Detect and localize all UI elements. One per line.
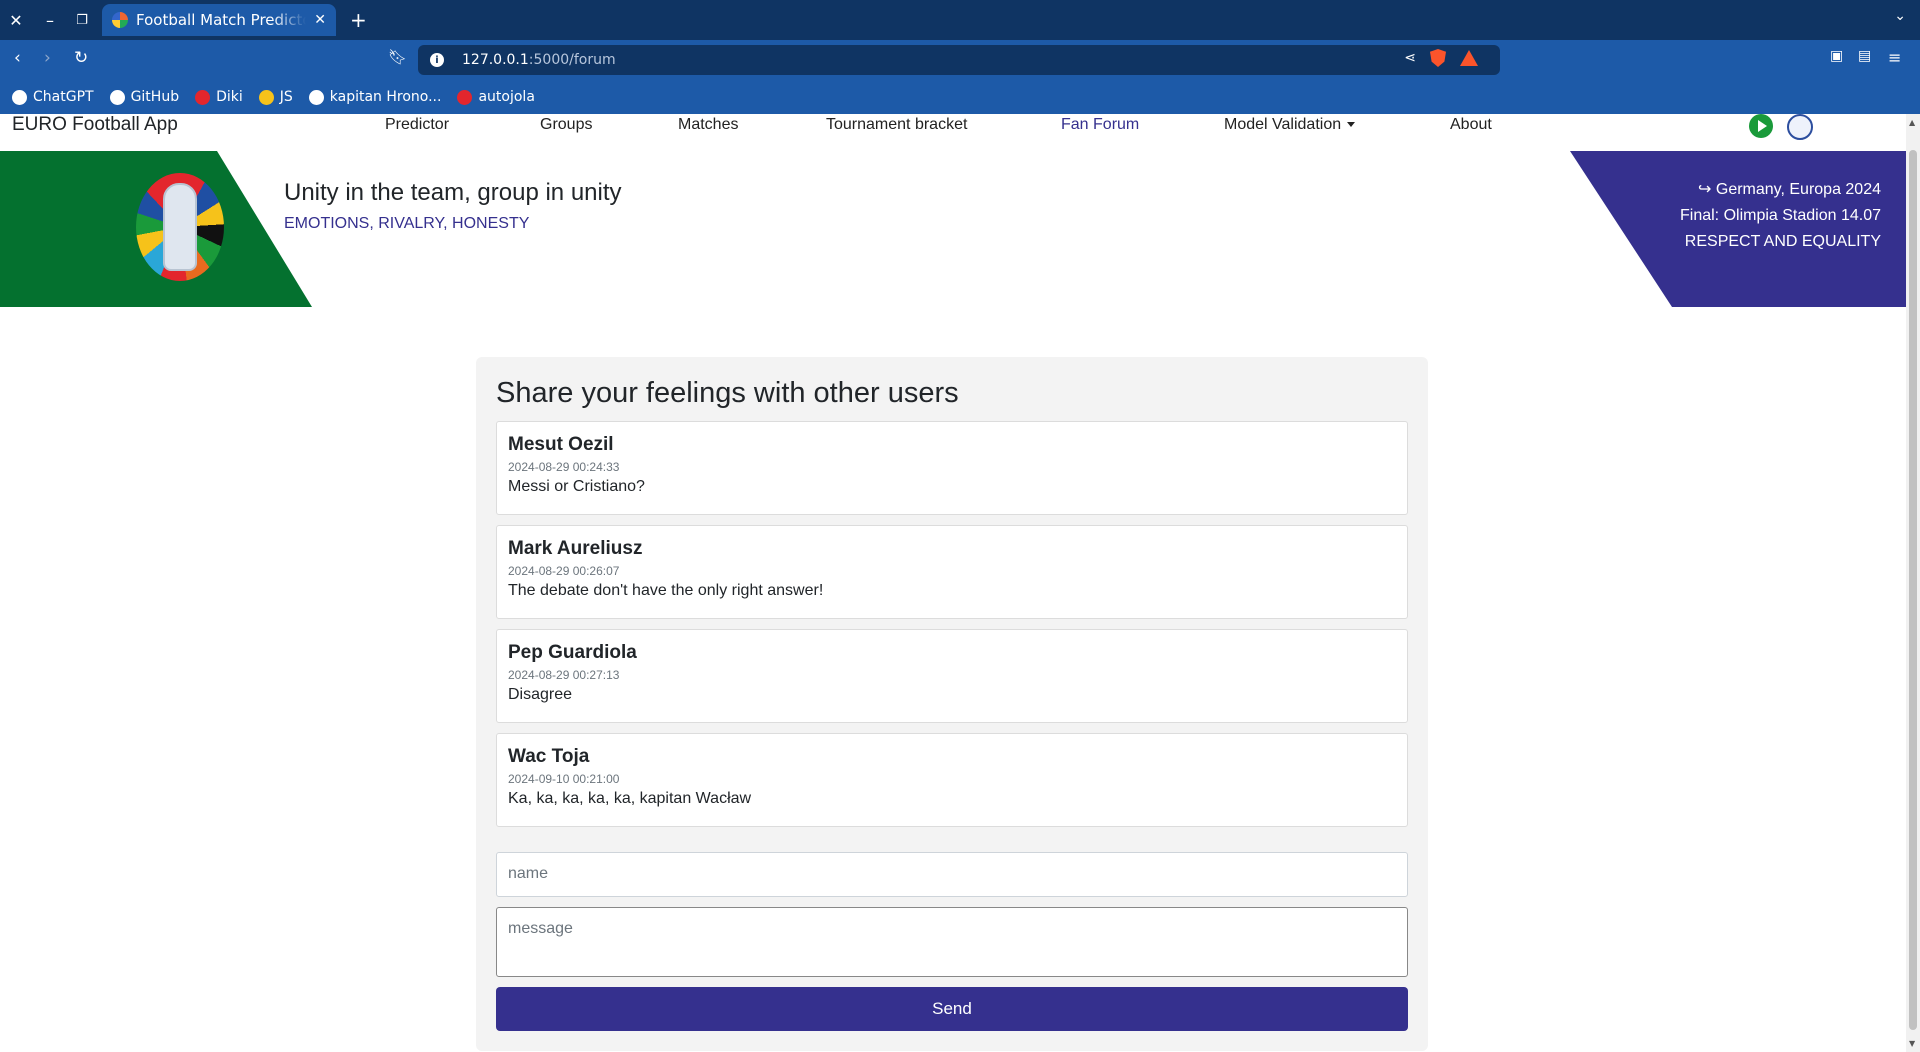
restore-window-icon[interactable]: ❐ — [70, 8, 94, 32]
browser-tab[interactable]: Football Match Predictor ✕ — [102, 4, 336, 36]
bookmark-diki[interactable]: Diki — [195, 89, 243, 105]
play-icon[interactable] — [1749, 114, 1773, 138]
notification-badge — [1472, 50, 1478, 56]
send-button[interactable]: Send — [496, 987, 1408, 1031]
forum-post: Pep Guardiola 2024-08-29 00:27:13 Disagr… — [496, 629, 1408, 723]
post-date: 2024-09-10 00:21:00 — [508, 772, 620, 786]
nav-tournament-bracket[interactable]: Tournament bracket — [826, 116, 967, 134]
sidebar-icon[interactable]: ▣ — [1830, 48, 1843, 64]
nav-matches[interactable]: Matches — [678, 116, 738, 134]
site-info-icon[interactable]: i — [430, 53, 444, 67]
name-input[interactable]: name — [496, 852, 1408, 897]
bookmark-label: JS — [279, 89, 293, 105]
bookmark-autojola[interactable]: autojola — [457, 89, 535, 105]
hero-info-line3: RESPECT AND EQUALITY — [1684, 233, 1881, 250]
scrollbar-thumb[interactable] — [1909, 150, 1917, 1030]
close-tab-icon[interactable]: ✕ — [314, 12, 326, 28]
caret-down-icon — [1347, 122, 1356, 128]
post-message: The debate don't have the only right ans… — [508, 582, 824, 599]
bookmark-github[interactable]: GitHub — [109, 89, 180, 105]
post-author: Mesut Oezil — [508, 434, 614, 455]
hero-banner: Unity in the team, group in unity EMOTIO… — [0, 151, 1906, 307]
tab-list-chevron-icon[interactable]: ⌄ — [1894, 8, 1906, 24]
page-scrollbar[interactable]: ▲ ▼ — [1906, 114, 1920, 1052]
js-icon — [258, 89, 274, 105]
bookmark-label: autojola — [478, 89, 535, 105]
wallet-icon[interactable]: ▤ — [1858, 48, 1871, 64]
share-icon[interactable]: ⋖ — [1404, 50, 1416, 66]
reload-icon[interactable]: ↻ — [74, 48, 88, 68]
autojola-icon — [457, 89, 473, 105]
nav-model-validation[interactable]: Model Validation — [1224, 116, 1356, 134]
url-host: 127.0.0.1 — [462, 52, 529, 68]
forum-post: Mesut Oezil 2024-08-29 00:24:33 Messi or… — [496, 421, 1408, 515]
brand-link[interactable]: EURO Football App — [12, 114, 178, 136]
bookmark-label: GitHub — [130, 89, 180, 105]
post-date: 2024-08-29 00:26:07 — [508, 564, 620, 578]
bookmark-label: Diki — [216, 89, 243, 105]
globe-icon — [308, 89, 324, 105]
euro-2024-logo — [136, 173, 224, 281]
back-icon[interactable]: ‹ — [14, 48, 21, 68]
hero-info: ↪ Germany, Europa 2024 Final: Olimpia St… — [1680, 177, 1881, 255]
post-author: Wac Toja — [508, 746, 590, 767]
nav-about[interactable]: About — [1450, 116, 1492, 134]
url-path: :5000/forum — [528, 52, 616, 68]
brave-rewards-icon[interactable] — [1460, 50, 1478, 66]
bookmarks-bar: ChatGPT GitHub Diki JS kapitan Hrono... … — [0, 80, 1920, 114]
post-message: Disagree — [508, 686, 573, 703]
forum-heading: Share your feelings with other users — [496, 377, 959, 409]
bookmark-kapitan[interactable]: kapitan Hrono... — [308, 89, 442, 105]
forum-card: Share your feelings with other users Mes… — [476, 357, 1428, 1051]
forum-post: Wac Toja 2024-09-10 00:21:00 Ka, ka, ka,… — [496, 733, 1408, 827]
nav-predictor[interactable]: Predictor — [385, 116, 449, 134]
chatgpt-icon — [12, 89, 27, 105]
message-textarea[interactable]: message — [496, 907, 1408, 977]
nav-fan-forum[interactable]: Fan Forum — [1061, 116, 1139, 134]
bookmark-icon[interactable]: 🔖︎ — [388, 48, 407, 66]
post-author: Pep Guardiola — [508, 642, 637, 663]
forward-icon[interactable]: › — [44, 48, 51, 68]
hero-info-line2: Final: Olimpia Stadion 14.07 — [1680, 207, 1881, 224]
hero-info-line1: ↪ Germany, Europa 2024 — [1698, 181, 1881, 198]
github-icon — [109, 89, 125, 105]
diki-icon — [195, 89, 211, 105]
nav-groups[interactable]: Groups — [540, 116, 592, 134]
post-date: 2024-08-29 00:24:33 — [508, 460, 620, 474]
post-message: Messi or Cristiano? — [508, 478, 645, 495]
uefa-logo-icon[interactable] — [1787, 114, 1813, 140]
minimize-window-icon[interactable]: – — [38, 8, 62, 32]
hero-subtitle: EMOTIONS, RIVALRY, HONESTY — [284, 215, 530, 232]
new-tab-icon[interactable]: + — [350, 8, 367, 32]
forum-post: Mark Aureliusz 2024-08-29 00:26:07 The d… — [496, 525, 1408, 619]
trophy-icon — [163, 183, 197, 271]
scroll-down-icon[interactable]: ▼ — [1909, 1039, 1915, 1048]
address-bar[interactable]: i 127.0.0.1:5000/forum ⋖ — [418, 45, 1500, 75]
bookmark-chatgpt[interactable]: ChatGPT — [12, 89, 94, 105]
bookmark-label: kapitan Hrono... — [329, 89, 442, 105]
browser-tab-bar: ✕ – ❐ Football Match Predictor ✕ + ⌄ — [0, 0, 1920, 40]
bookmark-js[interactable]: JS — [258, 89, 293, 105]
brave-shield-icon[interactable] — [1430, 49, 1446, 67]
scroll-up-icon[interactable]: ▲ — [1909, 118, 1915, 127]
bookmark-label: ChatGPT — [33, 89, 94, 105]
menu-icon[interactable]: ≡ — [1888, 48, 1901, 67]
site-navbar: EURO Football App Predictor Groups Match… — [0, 114, 1906, 151]
hero-title: Unity in the team, group in unity — [284, 179, 622, 206]
post-date: 2024-08-29 00:27:13 — [508, 668, 620, 682]
close-window-icon[interactable]: ✕ — [4, 8, 28, 32]
post-message: Ka, ka, ka, ka, ka, kapitan Wacław — [508, 790, 752, 807]
browser-toolbar: ‹ › ↻ 🔖︎ i 127.0.0.1:5000/forum ⋖ ▣ ▤ ≡ — [0, 40, 1920, 80]
tab-title: Football Match Predictor — [136, 11, 307, 29]
nav-model-validation-label: Model Validation — [1224, 116, 1342, 133]
tab-favicon-icon — [112, 12, 128, 28]
post-author: Mark Aureliusz — [508, 538, 643, 559]
